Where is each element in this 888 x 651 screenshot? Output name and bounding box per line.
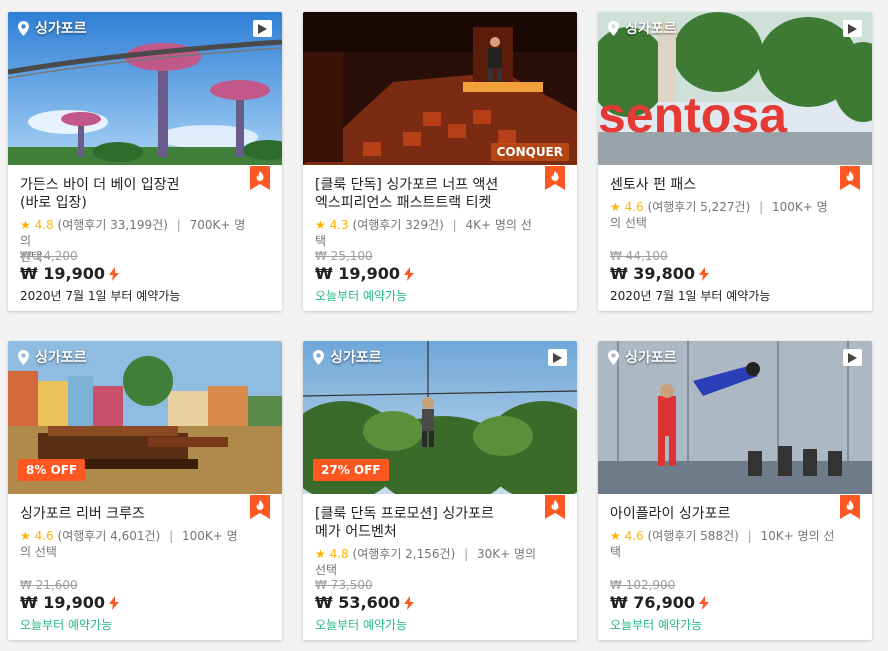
location-pin-icon xyxy=(608,349,619,365)
play-video-icon[interactable] xyxy=(548,349,567,366)
hot-ribbon-icon xyxy=(545,166,565,190)
activity-card-sentosa-fun-pass[interactable]: sentosa 싱가포르 센토사 펀 패스 ★ 4.6 (여행후기 5,227건… xyxy=(598,12,872,311)
location-label: 싱가포르 xyxy=(608,18,677,38)
separator: | xyxy=(464,547,469,561)
location-pin-icon xyxy=(313,349,324,365)
location-label: 싱가포르 xyxy=(313,347,382,367)
current-price: ₩ 39,800 xyxy=(610,264,860,283)
sentosa-sign: sentosa xyxy=(598,87,788,143)
star-icon: ★ xyxy=(20,218,31,232)
card-body: 싱가포르 리버 크루즈 ★ 4.6 (여행후기 4,601건) | 100K+ … xyxy=(20,505,246,560)
location-pin-icon xyxy=(18,20,29,36)
card-body: 아이플라이 싱가포르 ★ 4.6 (여행후기 588건) | 10K+ 명의 선… xyxy=(610,505,836,560)
availability-text: 오늘부터 예약가능 xyxy=(610,618,703,632)
separator: | xyxy=(169,529,174,543)
activity-card-gardens-by-the-bay[interactable]: 싱가포르 가든스 바이 더 베이 입장권 (바로 입장) ★ 4.8 (여행후기… xyxy=(8,12,282,311)
hot-ribbon-icon xyxy=(840,166,860,190)
location-label: 싱가포르 xyxy=(608,347,677,367)
card-thumbnail[interactable]: 싱가포르 xyxy=(598,341,872,494)
star-icon: ★ xyxy=(20,529,31,543)
location-pin-icon xyxy=(18,349,29,365)
rating-row: ★ 4.6 (여행후기 4,601건) | 100K+ 명의 선택 xyxy=(20,529,238,559)
lightning-icon xyxy=(108,266,119,281)
card-thumbnail[interactable]: 싱가포르 xyxy=(8,12,282,165)
lightning-icon xyxy=(108,595,119,610)
location-label: 싱가포르 xyxy=(18,347,87,367)
lightning-icon xyxy=(403,266,414,281)
price-block: ₩ 102,900 ₩ 76,900 오늘부터 예약가능 xyxy=(610,578,860,632)
rating-row: ★ 4.8 (여행후기 2,156건) | 30K+ 명의 선택 xyxy=(315,547,537,577)
activity-card-mega-adventure[interactable]: 싱가포르 27% OFF [클룩 단독 프로모션] 싱가포르 메가 어드벤처 ★… xyxy=(303,341,577,640)
separator: | xyxy=(747,529,752,543)
price-block: ₩ 73,500 ₩ 53,600 오늘부터 예약가능 xyxy=(315,578,565,632)
star-icon: ★ xyxy=(315,218,326,232)
price-block: ₩ 25,100 ₩ 19,900 오늘부터 예약가능 xyxy=(315,249,565,303)
star-icon: ★ xyxy=(610,200,621,214)
rating-row: ★ 4.6 (여행후기 588건) | 10K+ 명의 선택 xyxy=(610,529,835,559)
location-pin-icon xyxy=(608,20,619,36)
price-block: ₩ 44,100 ₩ 39,800 2020년 7월 1일 부터 예약가능 xyxy=(610,249,860,303)
play-video-icon[interactable] xyxy=(253,20,272,37)
lightning-icon xyxy=(698,266,709,281)
hot-ribbon-icon xyxy=(545,495,565,519)
play-video-icon[interactable] xyxy=(843,20,862,37)
star-icon: ★ xyxy=(315,547,326,561)
current-price: ₩ 19,900 xyxy=(315,264,565,283)
play-video-icon[interactable] xyxy=(843,349,862,366)
star-icon: ★ xyxy=(610,529,621,543)
card-thumbnail[interactable]: 싱가포르 8% OFF xyxy=(8,341,282,494)
activity-title[interactable]: 가든스 바이 더 베이 입장권 (바로 입장) xyxy=(20,176,246,212)
location-label: 싱가포르 xyxy=(18,18,87,38)
activity-title[interactable]: 싱가포르 리버 크루즈 xyxy=(20,505,246,523)
availability-text: 2020년 7월 1일 부터 예약가능 xyxy=(610,289,771,303)
activity-title[interactable]: 아이플라이 싱가포르 xyxy=(610,505,836,523)
conquer-overlay: CONQUER xyxy=(490,143,569,161)
separator: | xyxy=(176,218,181,232)
activity-title[interactable]: 센토사 펀 패스 xyxy=(610,176,836,194)
card-thumbnail[interactable]: 싱가포르 27% OFF xyxy=(303,341,577,494)
lightning-icon xyxy=(698,595,709,610)
discount-badge: 27% OFF xyxy=(313,459,389,481)
activity-title[interactable]: [클룩 단독] 싱가포르 너프 액션 엑스피리언스 패스트트랙 티켓 xyxy=(315,176,541,212)
availability-text: 오늘부터 예약가능 xyxy=(315,289,408,303)
card-body: [클룩 단독 프로모션] 싱가포르 메가 어드벤처 ★ 4.8 (여행후기 2,… xyxy=(315,505,541,578)
card-body: 센토사 펀 패스 ★ 4.6 (여행후기 5,227건) | 100K+ 명의 … xyxy=(610,176,836,231)
discount-badge: 8% OFF xyxy=(18,459,86,481)
current-price: ₩ 76,900 xyxy=(610,593,860,612)
hot-ribbon-icon xyxy=(250,495,270,519)
hot-ribbon-icon xyxy=(840,495,860,519)
rating-row: ★ 4.3 (여행후기 329건) | 4K+ 명의 선택 xyxy=(315,218,532,248)
price-block: ₩ 24,200 ₩ 19,900 2020년 7월 1일 부터 예약가능 xyxy=(20,249,270,303)
lightning-icon xyxy=(403,595,414,610)
activity-card-river-cruise[interactable]: 싱가포르 8% OFF 싱가포르 리버 크루즈 ★ 4.6 (여행후기 4,60… xyxy=(8,341,282,640)
activity-title[interactable]: [클룩 단독 프로모션] 싱가포르 메가 어드벤처 xyxy=(315,505,541,541)
separator: | xyxy=(759,200,764,214)
separator: | xyxy=(452,218,457,232)
card-body: [클룩 단독] 싱가포르 너프 액션 엑스피리언스 패스트트랙 티켓 ★ 4.3… xyxy=(315,176,541,249)
current-price: ₩ 19,900 xyxy=(20,593,270,612)
activity-card-iflyt-singapore[interactable]: 싱가포르 아이플라이 싱가포르 ★ 4.6 (여행후기 588건) | 10K+… xyxy=(598,341,872,640)
hot-ribbon-icon xyxy=(250,166,270,190)
card-thumbnail[interactable]: CONQUER xyxy=(303,12,577,165)
card-thumbnail[interactable]: sentosa 싱가포르 xyxy=(598,12,872,165)
availability-text: 2020년 7월 1일 부터 예약가능 xyxy=(20,289,181,303)
rating-row: ★ 4.6 (여행후기 5,227건) | 100K+ 명의 선택 xyxy=(610,200,828,230)
price-block: ₩ 21,600 ₩ 19,900 오늘부터 예약가능 xyxy=(20,578,270,632)
activity-card-nerf-action[interactable]: CONQUER [클룩 단독] 싱가포르 너프 액션 엑스피리언스 패스트트랙 … xyxy=(303,12,577,311)
current-price: ₩ 19,900 xyxy=(20,264,270,283)
availability-text: 오늘부터 예약가능 xyxy=(315,618,408,632)
current-price: ₩ 53,600 xyxy=(315,593,565,612)
availability-text: 오늘부터 예약가능 xyxy=(20,618,113,632)
